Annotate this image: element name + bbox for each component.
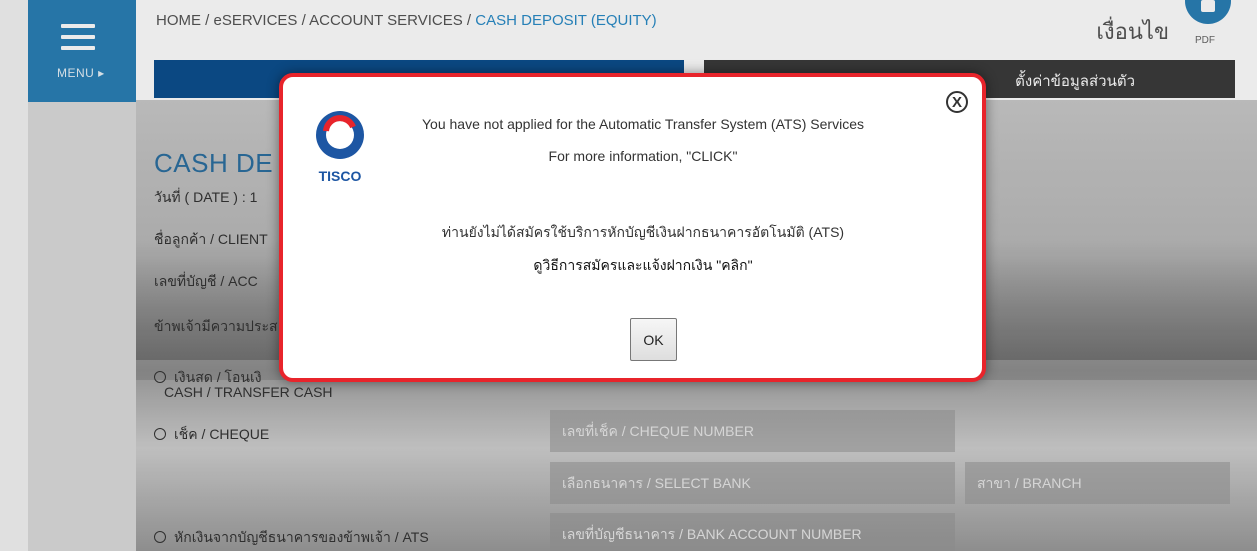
message-th-click-link[interactable]: ดูวิธีการสมัครและแจ้งฝากเงิน "คลิก": [318, 255, 968, 277]
svg-text:TISCO: TISCO: [319, 168, 362, 184]
message-en-line-1: You have not applied for the Automatic T…: [422, 116, 864, 132]
close-button[interactable]: X: [946, 91, 968, 113]
message-th-line-1: ท่านยังไม่ได้สมัครใช้บริการหักบัญชีเงินฝ…: [441, 224, 845, 240]
message-en-click-link[interactable]: For more information, "CLICK": [318, 148, 968, 164]
ats-alert-dialog: TISCO X You have not applied for the Aut…: [279, 73, 986, 382]
page: MENU ▸ HOME / eSERVICES / ACCOUNT SERVIC…: [0, 0, 1257, 551]
ok-button[interactable]: OK: [630, 318, 677, 361]
